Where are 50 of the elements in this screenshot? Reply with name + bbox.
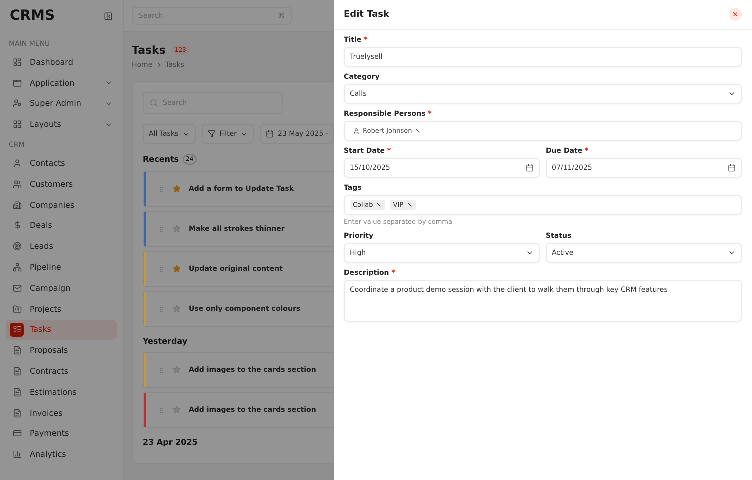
sidebar-item[interactable]: Pipeline [6,257,117,278]
chevron-icon [526,249,534,257]
group-title: 23 Apr 2025 [143,438,198,447]
calendar-icon [526,164,534,172]
sidebar-item[interactable]: Deals [6,216,117,236]
chevron-icon [728,249,736,257]
sidebar-item[interactable]: Invoices [6,402,117,424]
close-button[interactable] [729,8,742,21]
chevron-icon [241,130,248,138]
star-icon[interactable] [173,406,181,414]
sidebar-item[interactable]: Customers [6,174,117,195]
calendar-icon [266,130,274,138]
sidebar-item[interactable]: Contacts [6,153,117,174]
calendar-icon [728,164,736,172]
star-icon[interactable] [173,366,181,374]
group-title: Yesterday [143,337,188,346]
sidebar-item[interactable]: Dashboard [6,52,117,73]
collapse-icon[interactable] [104,12,113,20]
sidebar-item[interactable]: Projects [6,298,117,320]
sidebar-item[interactable]: Super Admin [6,94,117,114]
sidebar-item[interactable]: Tasks [6,320,117,340]
sidebar-item[interactable]: Layouts [6,114,117,136]
group-title: Recents [143,155,180,164]
remove-icon[interactable] [376,202,382,208]
star-icon[interactable] [173,265,181,273]
search-icon [150,99,158,107]
chevron-icon [182,130,190,138]
close-icon [732,11,739,18]
star-icon[interactable] [173,185,181,193]
sidebar-item[interactable]: Companies [6,194,117,216]
checklist-icon [10,322,24,337]
sidebar-item[interactable]: Contracts [6,361,117,382]
chevron-icon [156,62,163,68]
brand-logo[interactable]: CRMS [10,8,56,24]
sidebar-item[interactable]: Payments [6,424,117,444]
sidebar-item[interactable]: Leads [6,236,117,258]
page-title: Tasks [132,44,166,57]
sidebar-item[interactable]: Campaign [6,278,117,299]
star-icon[interactable] [173,305,181,313]
remove-icon[interactable] [406,202,413,208]
sidebar-item[interactable]: Proposals [6,340,117,362]
sidebar-item[interactable]: Application [6,72,117,94]
avatar-icon [353,128,360,134]
drawer-title: Edit Task [344,10,390,20]
sidebar-item[interactable]: Analytics [6,444,117,466]
filter-icon [208,130,216,138]
sidebar-item[interactable]: Estimations [6,382,117,403]
remove-icon[interactable] [415,128,422,134]
star-icon[interactable] [173,225,181,233]
chevron-icon [728,90,736,98]
